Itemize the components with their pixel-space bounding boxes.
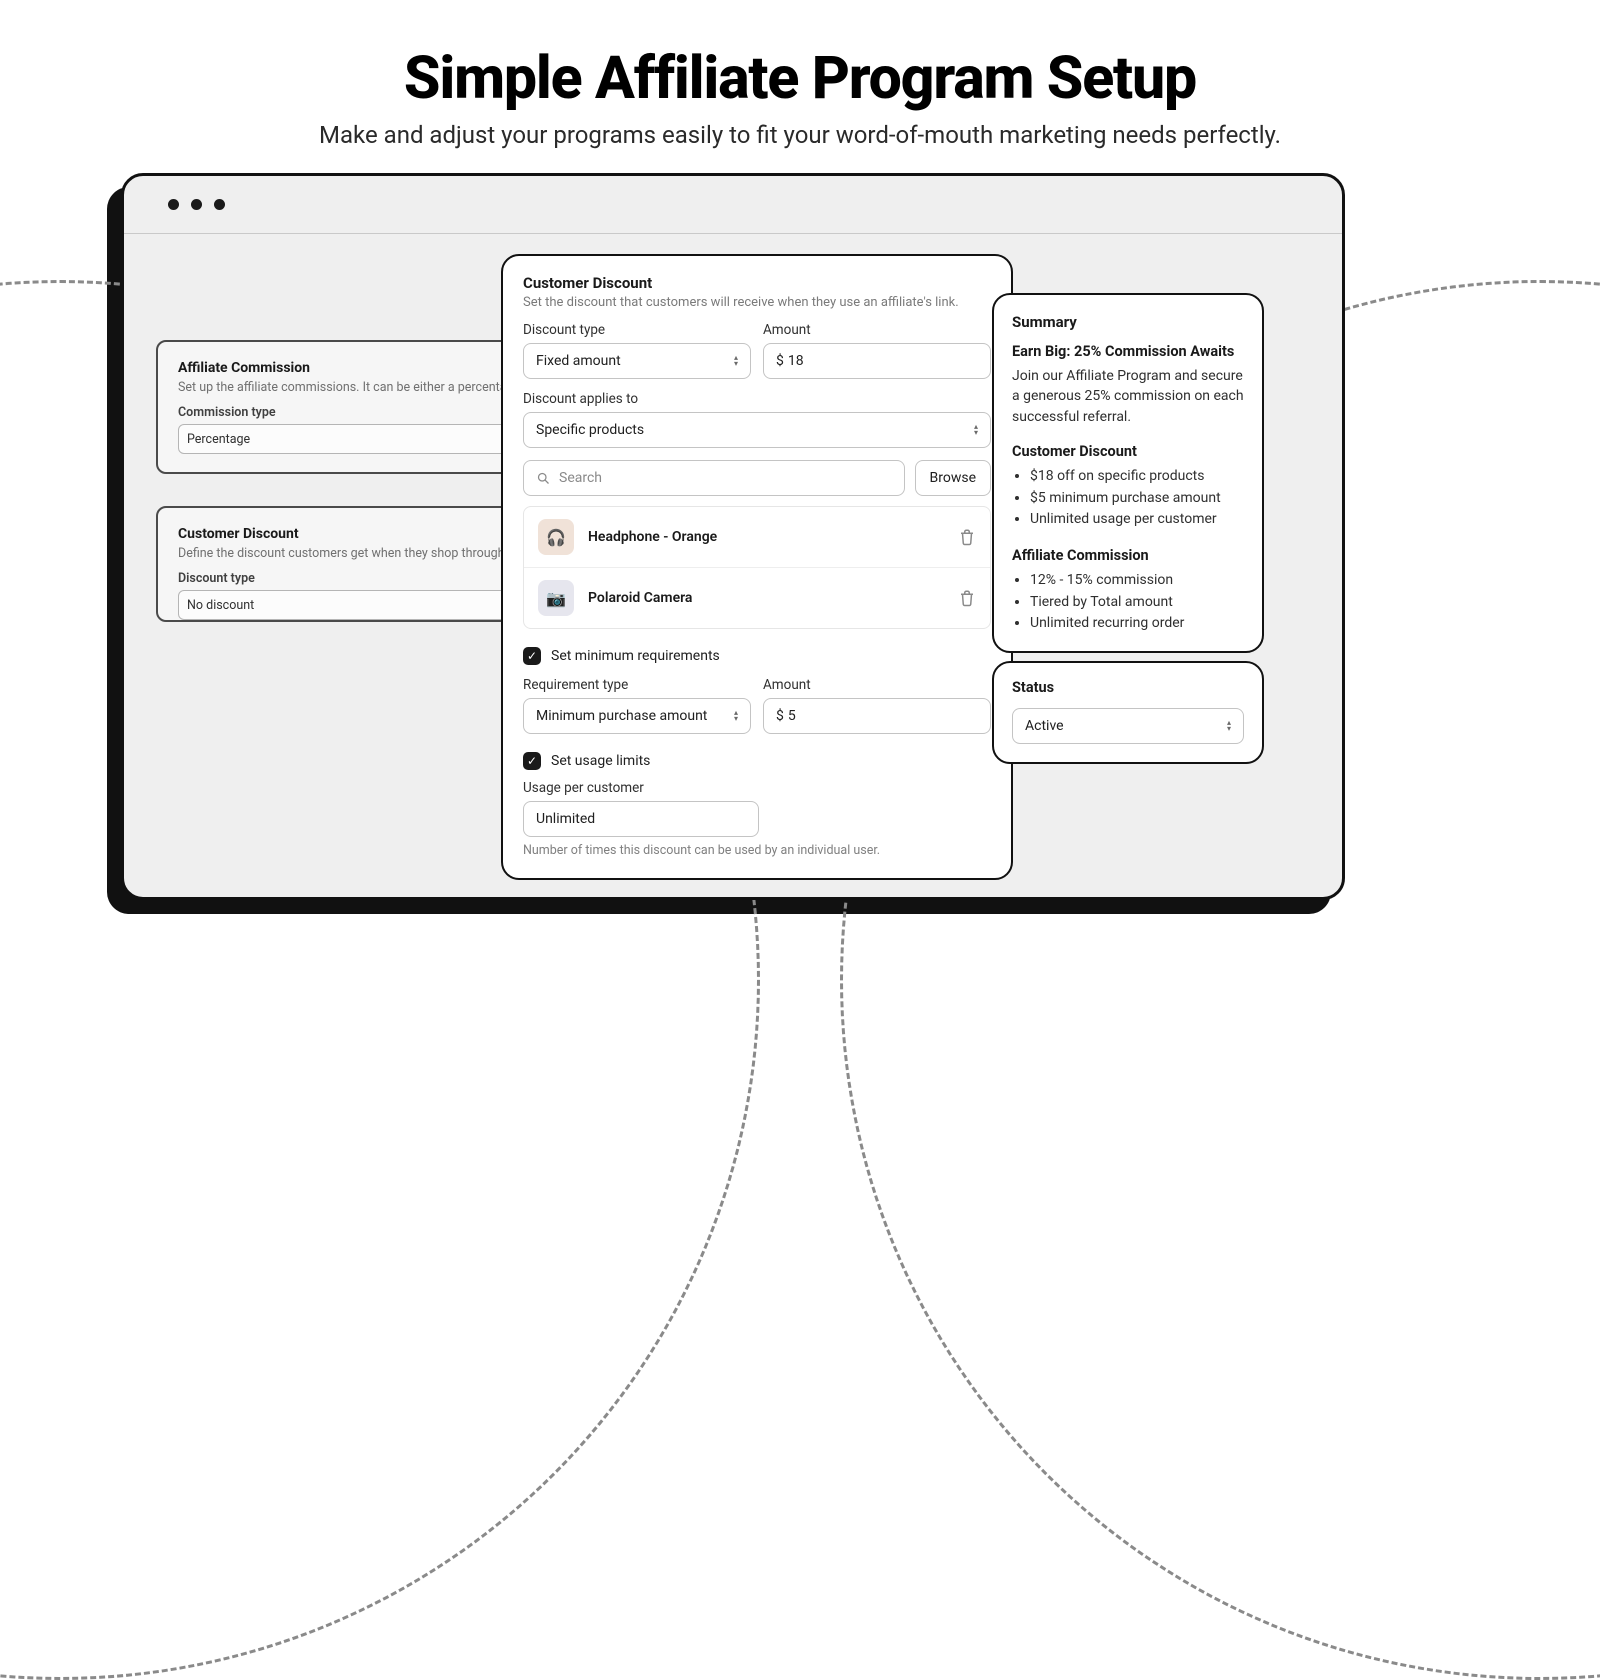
- product-name: Headphone - Orange: [588, 529, 944, 545]
- summary-bullet: $18 off on specific products: [1030, 466, 1244, 488]
- summary-bullet: 12% - 15% commission: [1030, 570, 1244, 592]
- summary-headline: Earn Big: 25% Commission Awaits: [1012, 343, 1244, 360]
- usage-per-customer-label: Usage per customer: [523, 780, 991, 796]
- summary-blurb: Join our Affiliate Program and secure a …: [1012, 366, 1244, 427]
- chevron-updown-icon: ▴▾: [974, 424, 978, 436]
- trash-icon[interactable]: [958, 589, 976, 607]
- status-select[interactable]: Active ▴▾: [1012, 708, 1244, 744]
- usage-per-customer-value: Unlimited: [536, 811, 595, 827]
- product-search-input[interactable]: Search: [523, 460, 905, 496]
- traffic-light-close-icon: [168, 199, 179, 210]
- chevron-updown-icon: ▴▾: [1227, 720, 1231, 732]
- discount-type-label: Discount type: [523, 322, 751, 338]
- requirement-amount-label: Amount: [763, 677, 991, 693]
- summary-discount-title: Customer Discount: [1012, 443, 1244, 460]
- status-card: Status Active ▴▾: [992, 661, 1264, 764]
- product-row: 📷 Polaroid Camera: [524, 567, 990, 628]
- usage-limits-checkbox[interactable]: ✓: [523, 752, 541, 770]
- status-title: Status: [1012, 679, 1244, 696]
- traffic-light-minimize-icon: [191, 199, 202, 210]
- search-icon: [536, 471, 551, 486]
- usage-hint: Number of times this discount can be use…: [523, 843, 991, 858]
- requirement-type-value: Minimum purchase amount: [536, 708, 707, 724]
- currency-prefix: $: [776, 708, 784, 724]
- requirement-amount-value: 5: [788, 708, 796, 724]
- product-row: 🎧 Headphone - Orange: [524, 507, 990, 567]
- traffic-light-zoom-icon: [214, 199, 225, 210]
- summary-card: Summary Earn Big: 25% Commission Awaits …: [992, 293, 1264, 653]
- chevron-updown-icon: ▴▾: [734, 710, 738, 722]
- requirement-type-select[interactable]: Minimum purchase amount ▴▾: [523, 698, 751, 734]
- summary-bullet: Unlimited recurring order: [1030, 613, 1244, 635]
- min-requirements-checkbox[interactable]: ✓: [523, 647, 541, 665]
- summary-discount-list: $18 off on specific products $5 minimum …: [1030, 466, 1244, 531]
- currency-prefix: $: [776, 353, 784, 369]
- window-titlebar: [124, 176, 1342, 234]
- requirement-amount-input[interactable]: $ 5: [763, 698, 991, 734]
- page-title: Simple Affiliate Program Setup: [0, 44, 1600, 113]
- card-subtitle: Set the discount that customers will rec…: [523, 295, 991, 310]
- summary-commission-list: 12% - 15% commission Tiered by Total amo…: [1030, 570, 1244, 635]
- summary-title: Summary: [1012, 313, 1244, 331]
- discount-applies-label: Discount applies to: [523, 391, 991, 407]
- search-placeholder: Search: [559, 470, 602, 486]
- discount-type-value: No discount: [187, 598, 254, 613]
- summary-bullet: $5 minimum purchase amount: [1030, 488, 1244, 510]
- discount-applies-value: Specific products: [536, 422, 644, 438]
- chevron-updown-icon: ▴▾: [734, 355, 738, 367]
- trash-icon[interactable]: [958, 528, 976, 546]
- discount-type-select[interactable]: Fixed amount ▴▾: [523, 343, 751, 379]
- commission-type-value: Percentage: [187, 432, 250, 447]
- min-requirements-label: Set minimum requirements: [551, 648, 720, 664]
- summary-bullet: Tiered by Total amount: [1030, 592, 1244, 614]
- discount-amount-value: 18: [788, 353, 804, 369]
- card-title: Customer Discount: [523, 274, 991, 292]
- browse-button[interactable]: Browse: [915, 460, 991, 496]
- usage-per-customer-input[interactable]: Unlimited: [523, 801, 759, 837]
- product-thumb-icon: 🎧: [538, 519, 574, 555]
- browse-label: Browse: [930, 470, 976, 486]
- discount-type-value: Fixed amount: [536, 353, 621, 369]
- product-thumb-icon: 📷: [538, 580, 574, 616]
- product-name: Polaroid Camera: [588, 590, 944, 606]
- discount-applies-select[interactable]: Specific products ▴▾: [523, 412, 991, 448]
- page-subtitle: Make and adjust your programs easily to …: [0, 121, 1600, 149]
- discount-amount-label: Amount: [763, 322, 991, 338]
- summary-bullet: Unlimited usage per customer: [1030, 509, 1244, 531]
- requirement-type-label: Requirement type: [523, 677, 751, 693]
- summary-commission-title: Affiliate Commission: [1012, 547, 1244, 564]
- usage-limits-label: Set usage limits: [551, 753, 650, 769]
- status-value: Active: [1025, 718, 1064, 734]
- customer-discount-editor-card: Customer Discount Set the discount that …: [501, 254, 1013, 880]
- discount-amount-input[interactable]: $ 18: [763, 343, 991, 379]
- selected-products-list: 🎧 Headphone - Orange 📷 Polaroid Camera: [523, 506, 991, 629]
